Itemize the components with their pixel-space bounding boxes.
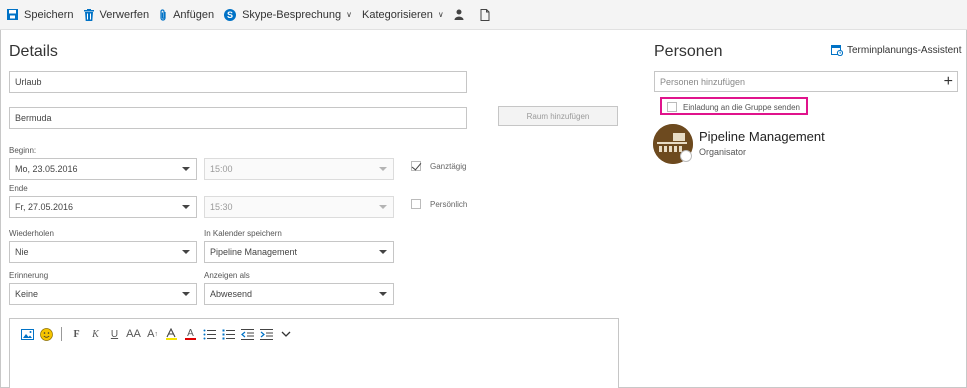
chevron-down-icon xyxy=(182,167,190,171)
skype-label: Skype-Besprechung xyxy=(242,8,342,21)
private-checkbox[interactable]: Persönlich xyxy=(411,199,467,209)
add-people-input[interactable]: Personen hinzufügen + xyxy=(654,71,958,92)
private-label: Persönlich xyxy=(430,199,468,209)
invite-group-label: Einladung an die Gruppe senden xyxy=(683,102,800,112)
end-date-select[interactable]: Fr, 27.05.2016 xyxy=(9,196,197,218)
chevron-down-icon: ∨ xyxy=(437,10,444,19)
insert-picture-icon[interactable] xyxy=(18,326,37,342)
start-date-value: Mo, 23.05.2016 xyxy=(15,164,78,174)
grow-font-icon[interactable]: A ↑ xyxy=(143,326,162,342)
reminder-select[interactable]: Keine xyxy=(9,283,197,305)
calendar-value: Pipeline Management xyxy=(210,247,298,257)
chevron-down-icon: ∨ xyxy=(346,10,352,19)
private-check-box[interactable] xyxy=(411,199,421,209)
emoji-icon[interactable] xyxy=(37,326,56,342)
command-toolbar: Speichern Verwerfen Anfügen S Skype-Besp… xyxy=(0,0,967,30)
end-date-value: Fr, 27.05.2016 xyxy=(15,202,74,212)
all-day-label: Ganztägig xyxy=(430,161,467,171)
increase-indent-icon[interactable] xyxy=(257,326,276,342)
highlight-icon[interactable] xyxy=(162,326,181,342)
all-day-check-box[interactable] xyxy=(411,161,421,171)
add-person-button[interactable]: + xyxy=(944,72,953,92)
calendar-label: In Kalender speichern xyxy=(204,229,282,238)
discard-button[interactable]: Verwerfen xyxy=(81,0,157,30)
attendee-role: Organisator xyxy=(699,147,747,157)
underline-icon[interactable]: U xyxy=(105,326,124,342)
show-as-select[interactable]: Abwesend xyxy=(204,283,394,305)
font-color-icon[interactable]: A xyxy=(181,326,200,342)
start-time-value: 15:00 xyxy=(210,164,233,174)
chevron-down-icon xyxy=(379,250,387,254)
subject-input[interactable]: Urlaub xyxy=(9,71,467,93)
save-icon xyxy=(7,9,18,20)
add-room-button[interactable]: Raum hinzufügen xyxy=(498,106,618,126)
discard-label: Verwerfen xyxy=(99,8,150,21)
attach-button[interactable]: Anfügen xyxy=(156,0,221,30)
decrease-indent-icon[interactable] xyxy=(238,326,257,342)
attendee-button[interactable] xyxy=(451,0,477,30)
body-editor[interactable]: F K U AA A ↑ A xyxy=(9,318,619,388)
end-time-value: 15:30 xyxy=(210,202,233,212)
format-toolbar: F K U AA A ↑ A xyxy=(18,326,295,342)
categorize-label: Kategorisieren xyxy=(361,8,433,21)
more-icon[interactable] xyxy=(276,326,295,342)
chevron-down-icon xyxy=(379,167,387,171)
start-date-select[interactable]: Mo, 23.05.2016 xyxy=(9,158,197,180)
italic-icon[interactable]: K xyxy=(86,326,105,342)
start-label: Beginn: xyxy=(9,146,37,155)
save-button[interactable]: Speichern xyxy=(4,0,81,30)
font-color-glyph: A xyxy=(187,327,194,339)
chevron-down-icon xyxy=(379,205,387,209)
details-heading: Details xyxy=(9,43,58,60)
presence-status-icon xyxy=(680,150,692,162)
calendar-clock-icon xyxy=(831,45,843,56)
chevron-down-icon xyxy=(182,292,190,296)
invite-group-checkbox[interactable]: Einladung an die Gruppe senden xyxy=(667,102,800,112)
note-icon xyxy=(480,8,490,21)
repeat-label: Wiederholen xyxy=(9,229,54,238)
repeat-select[interactable]: Nie xyxy=(9,241,197,263)
subject-value: Urlaub xyxy=(15,77,42,87)
skype-meeting-button[interactable]: S Skype-Besprechung ∨ xyxy=(221,0,359,30)
bullets-icon[interactable] xyxy=(200,326,219,342)
invite-group-check-box[interactable] xyxy=(667,102,677,112)
font-size-icon[interactable]: AA xyxy=(124,326,143,342)
scheduling-assistant-label: Terminplanungs-Assistent xyxy=(847,44,962,56)
scheduling-assistant-link[interactable]: Terminplanungs-Assistent xyxy=(831,44,962,56)
show-as-label: Anzeigen als xyxy=(204,271,250,280)
person-icon xyxy=(454,9,464,20)
people-heading: Personen xyxy=(654,43,723,60)
add-people-placeholder: Personen hinzufügen xyxy=(660,77,746,87)
categorize-button[interactable]: Kategorisieren ∨ xyxy=(359,0,451,30)
save-label: Speichern xyxy=(24,8,74,21)
start-time-select[interactable]: 15:00 xyxy=(204,158,394,180)
location-input[interactable]: Bermuda xyxy=(9,107,467,129)
all-day-checkbox[interactable]: Ganztägig xyxy=(411,161,466,171)
calendar-select[interactable]: Pipeline Management xyxy=(204,241,394,263)
paperclip-icon xyxy=(160,8,166,21)
reminder-label: Erinnerung xyxy=(9,271,49,280)
reminder-value: Keine xyxy=(15,289,39,299)
attendee-name[interactable]: Pipeline Management xyxy=(699,129,825,144)
font-color-bar xyxy=(185,337,196,340)
numbering-icon[interactable] xyxy=(219,326,238,342)
show-as-value: Abwesend xyxy=(210,289,253,299)
chevron-down-icon xyxy=(182,205,190,209)
attach-label: Anfügen xyxy=(173,8,215,21)
svg-text:S: S xyxy=(227,10,233,20)
chevron-down-icon xyxy=(182,250,190,254)
location-value: Bermuda xyxy=(15,113,52,123)
end-label: Ende xyxy=(9,184,28,193)
skype-icon: S xyxy=(224,8,237,21)
chevron-down-icon xyxy=(379,292,387,296)
trash-icon xyxy=(83,8,94,21)
bold-icon[interactable]: F xyxy=(67,326,86,342)
repeat-value: Nie xyxy=(15,247,29,257)
note-button[interactable] xyxy=(477,0,503,30)
grow-font-glyph: A xyxy=(147,328,155,340)
end-time-select[interactable]: 15:30 xyxy=(204,196,394,218)
toolbar-divider xyxy=(61,327,62,341)
